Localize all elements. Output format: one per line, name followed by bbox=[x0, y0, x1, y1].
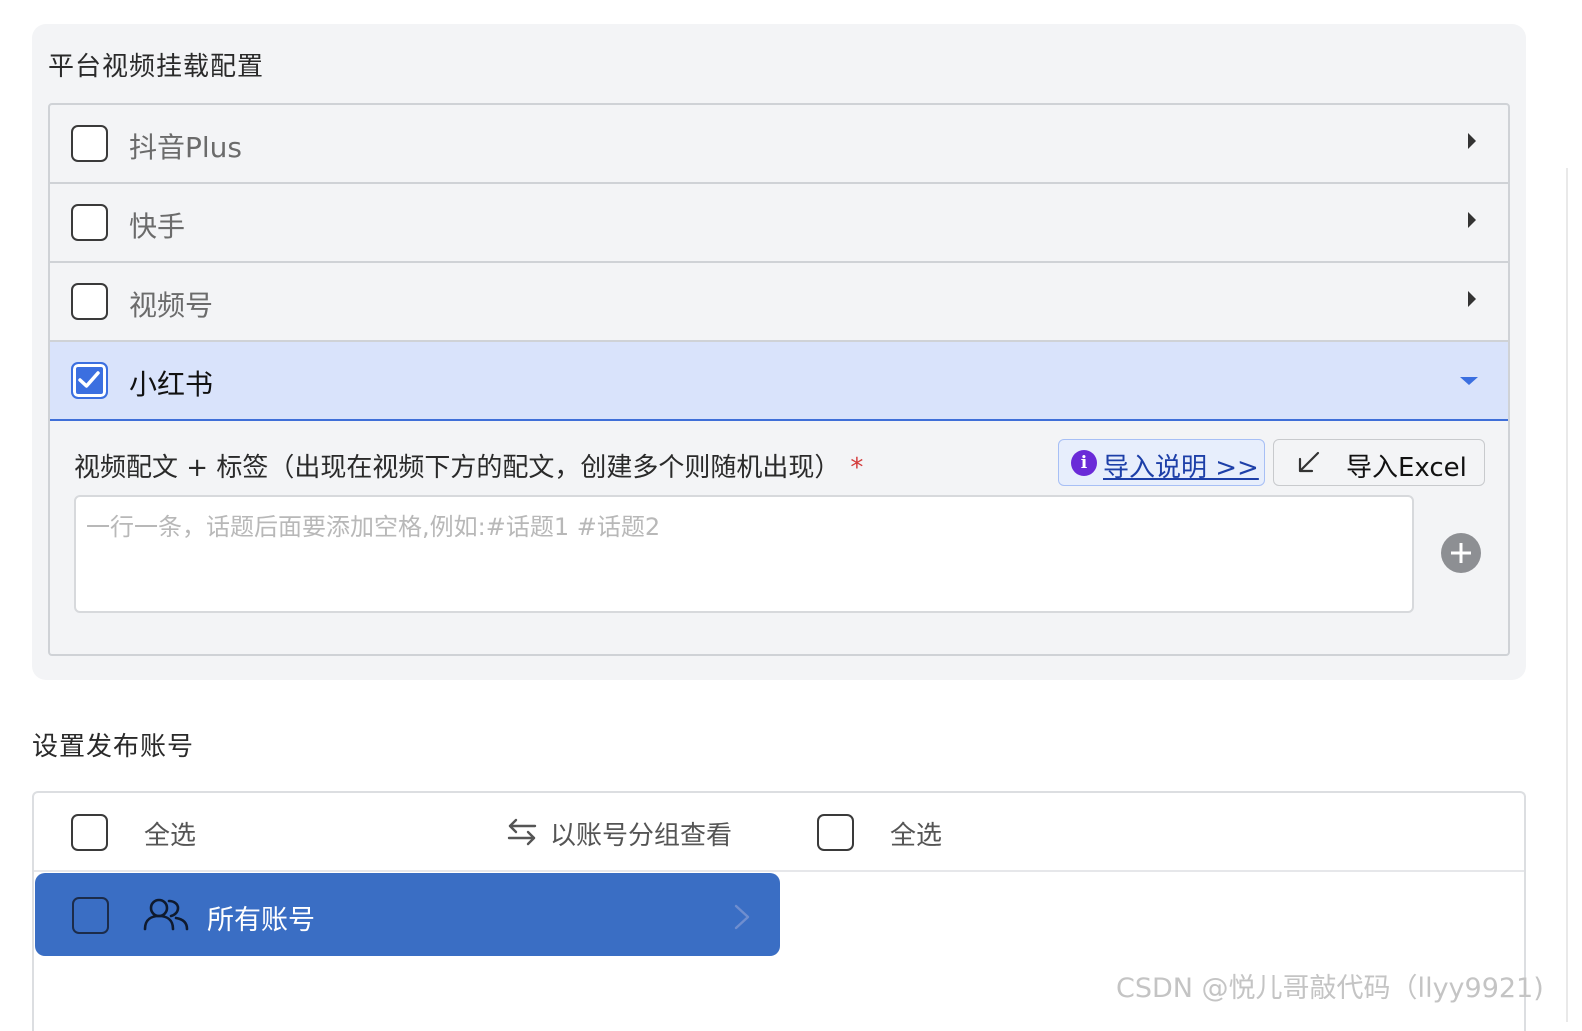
account-group-label: 所有账号 bbox=[207, 905, 315, 936]
import-excel-label: 导入Excel bbox=[1346, 453, 1467, 483]
platform-label: 小红书 bbox=[129, 368, 214, 401]
platform-row-kuaishou[interactable]: 快手 bbox=[50, 184, 1508, 263]
platform-config-panel: 平台视频挂载配置 抖音Plus 快手 视频号 小红书 视频配文 + 标签（出现在… bbox=[32, 24, 1526, 680]
scrollbar[interactable] bbox=[1566, 168, 1568, 1022]
required-mark: * bbox=[850, 453, 864, 483]
users-icon bbox=[143, 898, 189, 931]
select-all-right-label: 全选 bbox=[890, 821, 943, 851]
caret-right-icon[interactable] bbox=[1468, 291, 1476, 307]
accounts-title: 设置发布账号 bbox=[32, 732, 195, 762]
account-group-all[interactable]: 所有账号 bbox=[35, 873, 780, 956]
platform-label: 抖音Plus bbox=[129, 131, 242, 164]
swap-icon[interactable] bbox=[506, 817, 538, 847]
caret-right-icon[interactable] bbox=[1468, 133, 1476, 149]
platform-label: 视频号 bbox=[129, 289, 214, 322]
import-excel-button[interactable]: 导入Excel bbox=[1273, 439, 1485, 486]
select-all-label: 全选 bbox=[144, 821, 197, 851]
all-accounts-checkbox[interactable] bbox=[72, 897, 109, 934]
platform-row-douyin-plus[interactable]: 抖音Plus bbox=[50, 105, 1508, 184]
xiaohongshu-checkbox[interactable] bbox=[71, 362, 108, 399]
caret-down-icon[interactable] bbox=[1460, 377, 1478, 385]
select-all-right-checkbox[interactable] bbox=[817, 814, 854, 851]
shipinhao-checkbox[interactable] bbox=[71, 283, 108, 320]
caret-right-icon[interactable] bbox=[1468, 212, 1476, 228]
platform-accordion: 抖音Plus 快手 视频号 小红书 视频配文 + 标签（出现在视频下方的配文，创… bbox=[48, 103, 1510, 656]
checkmark-icon bbox=[78, 371, 100, 388]
platform-label: 快手 bbox=[129, 210, 186, 243]
chevron-right-icon[interactable] bbox=[732, 903, 752, 931]
platform-row-shipinhao[interactable]: 视频号 bbox=[50, 263, 1508, 342]
caption-field-label: 视频配文 + 标签（出现在视频下方的配文，创建多个则随机出现） * bbox=[74, 447, 863, 484]
watermark: CSDN @悦儿哥敲代码（llyy9921) bbox=[1116, 973, 1544, 1004]
douyin-plus-checkbox[interactable] bbox=[71, 125, 108, 162]
kuaishou-checkbox[interactable] bbox=[71, 204, 108, 241]
import-arrow-icon bbox=[1298, 451, 1320, 473]
import-help-button[interactable]: i 导入说明 >> bbox=[1058, 439, 1265, 486]
select-all-checkbox[interactable] bbox=[71, 814, 108, 851]
add-caption-button[interactable] bbox=[1441, 533, 1481, 573]
platform-row-xiaohongshu[interactable]: 小红书 bbox=[50, 342, 1508, 421]
group-view-toggle[interactable]: 以账号分组查看 bbox=[550, 815, 732, 852]
caption-textarea[interactable] bbox=[74, 495, 1414, 613]
accounts-header: 全选 以账号分组查看 全选 bbox=[34, 793, 1524, 872]
caption-label-text: 视频配文 + 标签（出现在视频下方的配文，创建多个则随机出现） bbox=[74, 453, 841, 483]
info-icon: i bbox=[1071, 450, 1097, 476]
import-help-label[interactable]: 导入说明 >> bbox=[1103, 447, 1259, 484]
platform-config-title: 平台视频挂载配置 bbox=[48, 52, 265, 82]
